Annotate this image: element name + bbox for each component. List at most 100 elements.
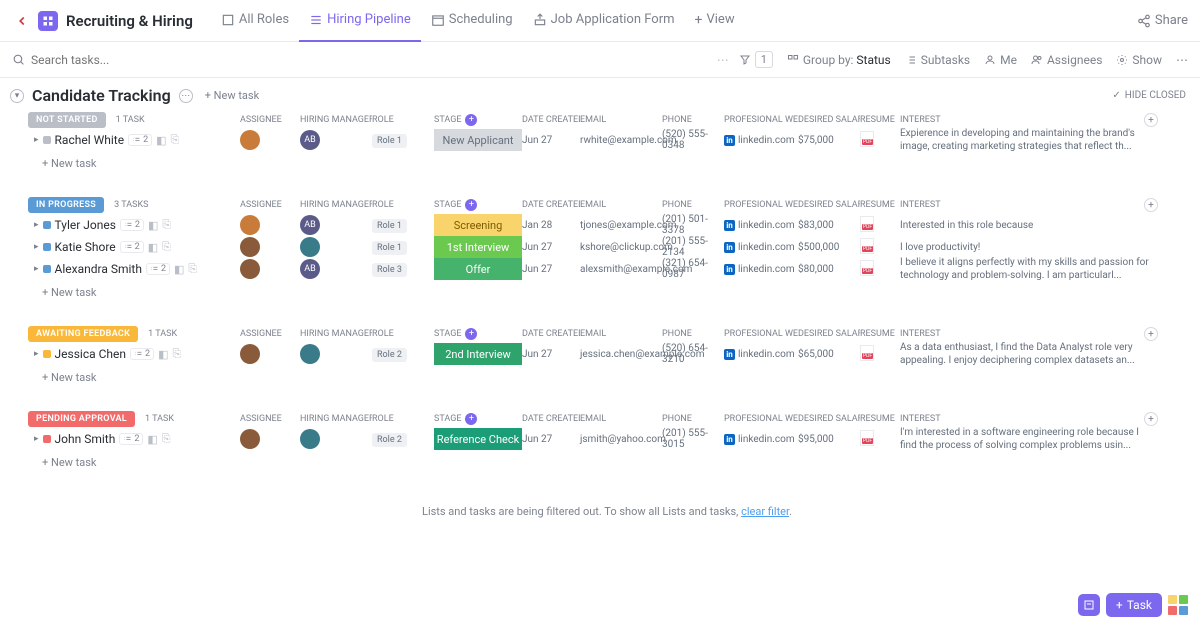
- expand-icon[interactable]: ▸: [34, 135, 39, 145]
- tab-job-application[interactable]: Job Application Form: [523, 0, 685, 42]
- fab-task[interactable]: + Task: [1106, 593, 1162, 617]
- stage-add-icon[interactable]: +: [465, 114, 477, 126]
- pdf-icon[interactable]: [860, 430, 874, 446]
- search-more-icon[interactable]: ⋯: [717, 53, 729, 67]
- website-cell[interactable]: inlinkedin.com: [724, 264, 798, 275]
- more-icon[interactable]: ⋯: [1176, 53, 1188, 67]
- role-chip[interactable]: Role 1: [372, 241, 407, 255]
- assignee-avatar[interactable]: [240, 237, 260, 257]
- subtask-count[interactable]: 2: [119, 433, 143, 445]
- website-cell[interactable]: inlinkedin.com: [724, 434, 798, 445]
- role-chip[interactable]: Role 2: [372, 348, 407, 362]
- group-by[interactable]: Group by: Status: [787, 53, 891, 67]
- show-menu[interactable]: Show: [1116, 53, 1162, 67]
- role-chip[interactable]: Role 2: [372, 433, 407, 447]
- tag-icon[interactable]: ◧: [158, 348, 168, 361]
- status-pill[interactable]: IN PROGRESS: [28, 197, 104, 213]
- tab-all-roles[interactable]: All Roles: [211, 0, 299, 42]
- collapse-icon[interactable]: ▾: [10, 89, 24, 103]
- tag-icon[interactable]: ◧: [148, 241, 158, 254]
- stage-cell[interactable]: New Applicant: [434, 129, 522, 151]
- attach-icon[interactable]: ⎘: [188, 262, 197, 276]
- back-icon[interactable]: [12, 11, 32, 31]
- task-row[interactable]: ▸ Tyler Jones 2 ◧ ⎘ AB Role 1 Screening …: [28, 214, 1186, 236]
- assignee-avatar[interactable]: [240, 344, 260, 364]
- assignee-avatar[interactable]: [240, 130, 260, 150]
- pdf-icon[interactable]: [860, 131, 874, 147]
- role-chip[interactable]: Role 1: [372, 134, 407, 148]
- share-button[interactable]: Share: [1137, 13, 1188, 28]
- hide-closed[interactable]: ✓ HIDE CLOSED: [1112, 90, 1186, 101]
- stage-cell[interactable]: 2nd Interview: [434, 343, 522, 365]
- search[interactable]: [12, 53, 707, 67]
- new-task-row[interactable]: + New task: [28, 450, 1186, 475]
- tab-hiring-pipeline[interactable]: Hiring Pipeline: [299, 0, 421, 42]
- attach-icon[interactable]: ⎘: [162, 218, 171, 232]
- tab-scheduling[interactable]: Scheduling: [421, 0, 523, 42]
- assignees-filter[interactable]: Assignees: [1031, 53, 1102, 67]
- stage-cell[interactable]: Screening: [434, 214, 522, 236]
- avatar[interactable]: [300, 237, 320, 257]
- add-column-icon[interactable]: +: [1144, 113, 1158, 127]
- status-pill[interactable]: AWAITING FEEDBACK: [28, 326, 138, 342]
- add-column-icon[interactable]: +: [1144, 412, 1158, 426]
- clear-filter-link[interactable]: clear filter: [741, 505, 789, 518]
- task-row[interactable]: ▸ Jessica Chen 2 ◧ ⎘ Role 2 2nd Intervie…: [28, 343, 1186, 365]
- subtasks-toggle[interactable]: Subtasks: [905, 53, 970, 67]
- fab-apps[interactable]: [1168, 595, 1188, 615]
- stage-cell[interactable]: 1st Interview: [434, 236, 522, 258]
- website-cell[interactable]: inlinkedin.com: [724, 349, 798, 360]
- assignee-avatar[interactable]: [240, 429, 260, 449]
- subtask-count[interactable]: 2: [130, 348, 154, 360]
- status-pill[interactable]: NOT STARTED: [28, 112, 106, 128]
- pdf-icon[interactable]: [860, 216, 874, 232]
- tag-icon[interactable]: ◧: [147, 433, 157, 446]
- expand-icon[interactable]: ▸: [34, 434, 39, 444]
- stage-add-icon[interactable]: +: [465, 199, 477, 211]
- assignee-avatar[interactable]: [240, 215, 260, 235]
- subtask-count[interactable]: 2: [120, 241, 144, 253]
- new-task-row[interactable]: + New task: [28, 280, 1186, 305]
- task-row[interactable]: ▸ Alexandra Smith 2 ◧ ⎘ AB Role 3 Offer …: [28, 258, 1186, 280]
- tab-view-add[interactable]: +View: [685, 0, 745, 42]
- attach-icon[interactable]: ⎘: [162, 240, 171, 254]
- new-task-row[interactable]: + New task: [28, 365, 1186, 390]
- website-cell[interactable]: inlinkedin.com: [724, 135, 798, 146]
- expand-icon[interactable]: ▸: [34, 349, 39, 359]
- avatar[interactable]: [300, 344, 320, 364]
- expand-icon[interactable]: ▸: [34, 220, 39, 230]
- stage-cell[interactable]: Reference Check: [434, 428, 522, 450]
- stage-add-icon[interactable]: +: [465, 413, 477, 425]
- stage-cell[interactable]: Offer: [434, 258, 522, 280]
- add-column-icon[interactable]: +: [1144, 198, 1158, 212]
- task-row[interactable]: ▸ Rachel White 2 ◧ ⎘ AB Role 1 New Appli…: [28, 129, 1186, 151]
- attach-icon[interactable]: ⎘: [172, 347, 181, 361]
- avatar[interactable]: AB: [300, 215, 320, 235]
- stage-add-icon[interactable]: +: [465, 328, 477, 340]
- info-icon[interactable]: ⋯: [179, 89, 193, 103]
- role-chip[interactable]: Role 1: [372, 219, 407, 233]
- pdf-icon[interactable]: [860, 345, 874, 361]
- role-chip[interactable]: Role 3: [372, 263, 407, 277]
- tag-icon[interactable]: ◧: [156, 134, 166, 147]
- filter-icon[interactable]: 1: [739, 51, 773, 68]
- subtask-count[interactable]: 2: [120, 219, 144, 231]
- attach-icon[interactable]: ⎘: [162, 432, 171, 446]
- task-row[interactable]: ▸ Katie Shore 2 ◧ ⎘ Role 1 1st Interview…: [28, 236, 1186, 258]
- expand-icon[interactable]: ▸: [34, 242, 39, 252]
- avatar[interactable]: AB: [300, 259, 320, 279]
- add-column-icon[interactable]: +: [1144, 327, 1158, 341]
- tag-icon[interactable]: ◧: [174, 263, 184, 276]
- expand-icon[interactable]: ▸: [34, 264, 39, 274]
- subtask-count[interactable]: 2: [146, 263, 170, 275]
- website-cell[interactable]: inlinkedin.com: [724, 242, 798, 253]
- fab-note[interactable]: [1078, 594, 1100, 616]
- pdf-icon[interactable]: [860, 238, 874, 254]
- me-filter[interactable]: Me: [984, 53, 1017, 67]
- assignee-avatar[interactable]: [240, 259, 260, 279]
- tag-icon[interactable]: ◧: [148, 219, 158, 232]
- attach-icon[interactable]: ⎘: [171, 133, 180, 147]
- avatar[interactable]: AB: [300, 130, 320, 150]
- website-cell[interactable]: inlinkedin.com: [724, 220, 798, 231]
- pdf-icon[interactable]: [860, 260, 874, 276]
